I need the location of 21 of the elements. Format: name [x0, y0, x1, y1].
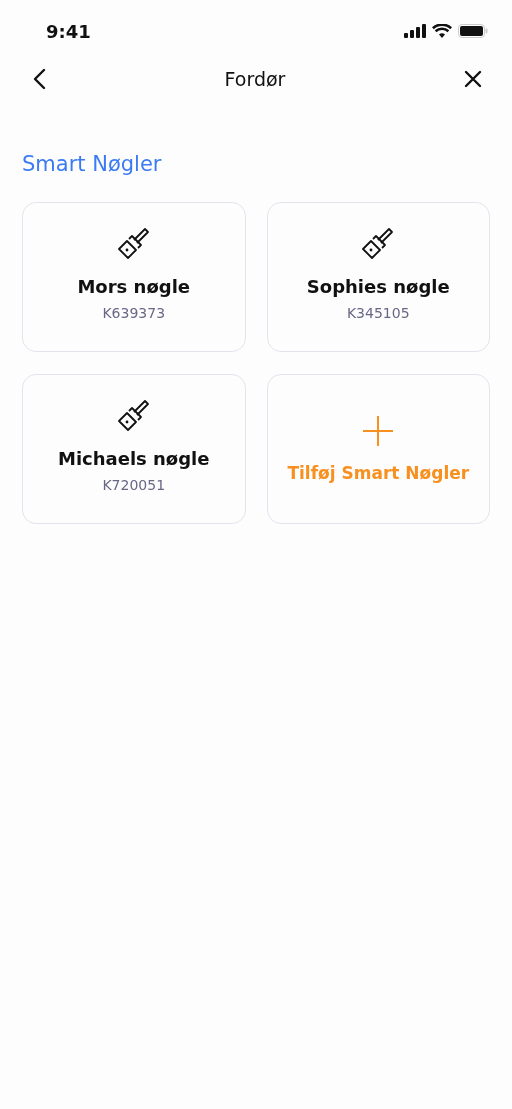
key-name: Michaels nøgle: [58, 447, 210, 469]
key-name: Sophies nøgle: [306, 275, 450, 297]
key-code: K345105: [346, 304, 410, 321]
status-time: 9:41: [46, 20, 91, 42]
key-icon: [115, 397, 152, 434]
signal-icon: [404, 24, 426, 38]
section-title: Smart Nøgler: [22, 152, 163, 176]
key-code: K639373: [102, 304, 166, 321]
page-title: Fordør: [224, 68, 286, 90]
key-icon: [115, 225, 152, 262]
key-card[interactable]: Mors nøgle K639373: [22, 202, 246, 352]
back-icon[interactable]: [32, 68, 46, 90]
battery-icon: [458, 24, 488, 38]
wifi-icon: [432, 24, 452, 38]
plus-icon: [362, 415, 395, 447]
key-code: K720051: [102, 476, 166, 493]
close-icon[interactable]: [464, 70, 482, 88]
key-name: Mors nøgle: [77, 275, 191, 297]
key-card[interactable]: Sophies nøgle K345105: [266, 202, 490, 352]
key-card[interactable]: Michaels nøgle K720051: [22, 374, 246, 524]
add-key-label: Tilføj Smart Nøgler: [287, 463, 470, 483]
